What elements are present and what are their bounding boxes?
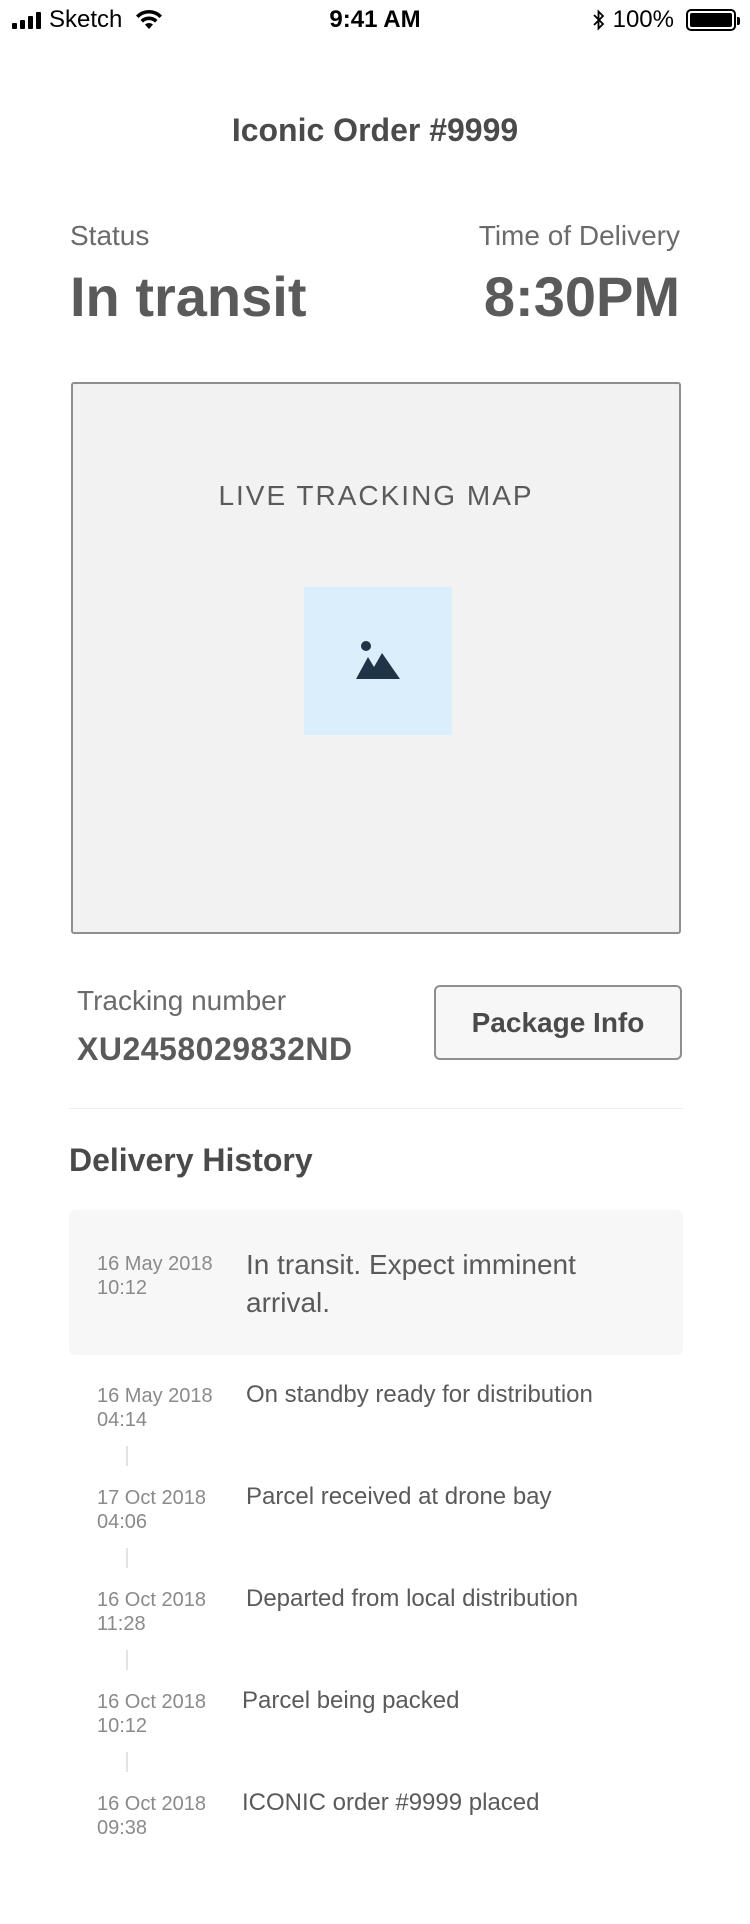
status-label: Status bbox=[70, 220, 150, 251]
history-text: On standby ready for distribution bbox=[246, 1381, 593, 1408]
delivery-block: Time of Delivery 8:30PM bbox=[479, 220, 680, 329]
status-bar: Sketch 9:41 AM 100% bbox=[0, 0, 750, 40]
status-bar-right: 100% bbox=[591, 6, 740, 34]
battery-icon bbox=[686, 9, 740, 31]
history-text: In transit. Expect imminent arrival. bbox=[246, 1249, 576, 1318]
section-divider bbox=[69, 1108, 683, 1109]
history-date: 16 May 2018 10:12 bbox=[97, 1253, 213, 1299]
history-connector bbox=[126, 1650, 128, 1670]
map-image-placeholder bbox=[304, 587, 452, 735]
history-text: Parcel received at drone bay bbox=[246, 1483, 552, 1510]
history-text: Departed from local distribution bbox=[246, 1585, 579, 1612]
map-title: LIVE TRACKING MAP bbox=[218, 480, 534, 511]
package-info-button[interactable]: Package Info bbox=[434, 985, 682, 1060]
live-tracking-map[interactable]: LIVE TRACKING MAP bbox=[71, 382, 681, 934]
status-value: In transit bbox=[70, 265, 307, 328]
history-text: Parcel being packed bbox=[242, 1687, 460, 1714]
delivery-time-value: 8:30PM bbox=[483, 265, 680, 328]
delivery-time-label: Time of Delivery bbox=[478, 220, 680, 251]
page-title: Iconic Order #9999 bbox=[231, 112, 519, 148]
history-connector bbox=[126, 1752, 128, 1772]
history-connector bbox=[126, 1548, 128, 1568]
tracking-number-value: XU2458029832ND bbox=[77, 1031, 353, 1067]
tracking-info: Tracking number XU2458029832ND bbox=[77, 985, 353, 1068]
status-block: Status In transit bbox=[70, 220, 306, 329]
image-placeholder-icon bbox=[356, 641, 400, 679]
bluetooth-icon bbox=[592, 9, 604, 31]
history-date: 16 Oct 2018 11:28 bbox=[97, 1589, 206, 1635]
history-date: 16 Oct 2018 09:38 bbox=[97, 1793, 206, 1839]
history-connector bbox=[126, 1446, 128, 1466]
history-text: ICONIC order #9999 placed bbox=[242, 1789, 540, 1816]
history-date: 17 Oct 2018 04:06 bbox=[97, 1487, 206, 1533]
tracking-number-label: Tracking number bbox=[77, 985, 287, 1016]
battery-percent: 100% bbox=[612, 6, 674, 33]
history-date: 16 May 2018 04:14 bbox=[97, 1385, 213, 1431]
history-date: 16 Oct 2018 10:12 bbox=[97, 1691, 206, 1737]
delivery-history-title: Delivery History bbox=[69, 1142, 313, 1178]
order-tracking-screen: Sketch 9:41 AM 100% Iconic Order #9999 S… bbox=[0, 0, 750, 1924]
